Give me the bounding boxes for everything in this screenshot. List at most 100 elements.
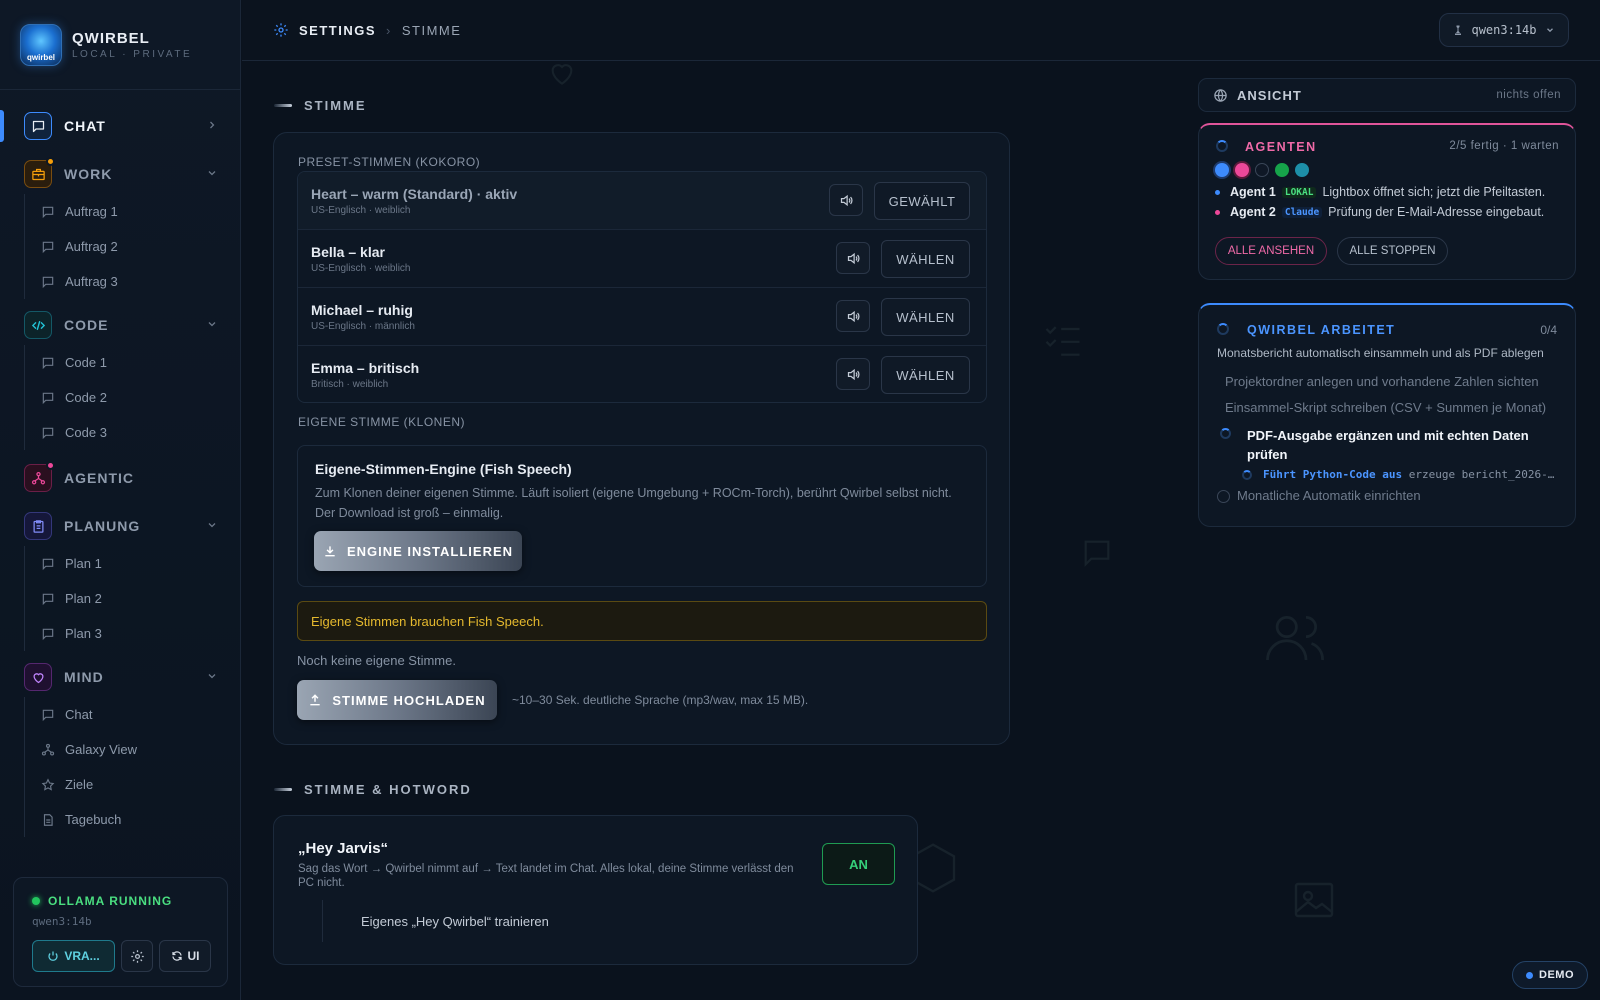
preview-voice-button[interactable] (836, 358, 870, 390)
sidebar-item-label: Auftrag 3 (65, 274, 118, 289)
breadcrumb-current: STIMME (401, 22, 462, 38)
demo-label: DEMO (1539, 969, 1574, 981)
network-icon (41, 743, 55, 757)
voice-meta: Britisch · weiblich (311, 379, 389, 390)
sidebar-section-agentic[interactable]: AGENTIC (0, 458, 240, 498)
preview-voice-button[interactable] (829, 184, 863, 216)
breadcrumb-separator: › (386, 22, 392, 38)
breadcrumb: SETTINGS › STIMME (273, 22, 461, 38)
agent-dot[interactable] (1235, 163, 1249, 177)
sidebar-item-plan-2[interactable]: Plan 2 (0, 581, 240, 616)
sidebar-item-plan-1[interactable]: Plan 1 (0, 546, 240, 581)
voice-row[interactable]: Bella – klar US-Englisch · weiblich WÄHL… (298, 230, 986, 288)
engine-description: Zum Klonen deiner eigenen Stimme. Läuft … (315, 486, 952, 520)
tool-call-argument: erzeuge bericht_2026-… (1408, 468, 1555, 481)
voice-row[interactable]: Heart – warm (Standard) · aktiv US-Engli… (298, 172, 986, 230)
sidebar-item-auftrag-2[interactable]: Auftrag 2 (0, 229, 240, 264)
background-heart-icon (551, 64, 573, 85)
sidebar-item-label: Plan 1 (65, 556, 102, 571)
document-icon (41, 813, 55, 827)
upload-icon (310, 694, 321, 706)
vram-button[interactable]: VRA... (32, 940, 115, 972)
agent-line[interactable]: Agent 1 LOKAL Lightbox öffnet sich; jetz… (1215, 185, 1545, 199)
preview-voice-button[interactable] (836, 300, 870, 332)
train-hotword-link[interactable]: Eigenes „Hey Qwirbel“ trainieren (322, 900, 549, 942)
select-voice-button[interactable]: WÄHLEN (881, 298, 970, 336)
voice-row[interactable]: Emma – britisch Britisch · weiblich WÄHL… (298, 346, 986, 402)
voice-row[interactable]: Michael – ruhig US-Englisch · männlich W… (298, 288, 986, 346)
reload-ui-button[interactable]: UI (159, 940, 211, 972)
agent-dot[interactable] (1255, 163, 1269, 177)
sidebar-item-mind-chat[interactable]: Chat (0, 697, 240, 732)
sidebar-item-plan-3[interactable]: Plan 3 (0, 616, 240, 651)
voice-meta: US-Englisch · weiblich (311, 205, 411, 216)
background-checklist-icon (1045, 326, 1080, 356)
sidebar-item-label: Galaxy View (65, 742, 138, 757)
breadcrumb-settings[interactable]: SETTINGS (299, 23, 376, 38)
agents-title: AGENTEN (1245, 140, 1317, 154)
active-indicator (0, 110, 4, 142)
settings-button[interactable] (121, 940, 153, 972)
loading-spinner-icon (1242, 470, 1252, 480)
sidebar-item-code-2[interactable]: Code 2 (0, 380, 240, 415)
view-all-agents-button[interactable]: ALLE ANSEHEN (1215, 237, 1327, 265)
sidebar-item-code-3[interactable]: Code 3 (0, 415, 240, 450)
sidebar-item-ziele[interactable]: Ziele (0, 767, 240, 802)
reload-ui-label: UI (187, 949, 200, 963)
upload-voice-button[interactable]: STIMME HOCHLADEN (297, 680, 497, 720)
agents-count: 2/5 fertig · 1 warten (1449, 140, 1559, 152)
stop-all-agents-button[interactable]: ALLE STOPPEN (1337, 237, 1448, 265)
speaker-icon (840, 194, 852, 206)
sidebar: qwirbel QWIRBEL LOCAL · PRIVATE CHAT WOR… (0, 0, 241, 1000)
message-square-icon (24, 112, 52, 140)
sidebar-nav: CHAT WORK Auftrag 1 Auftrag 2 Auftrag 3 … (0, 106, 240, 837)
model-name: qwen3:14b (1471, 23, 1537, 37)
sidebar-item-tagebuch[interactable]: Tagebuch (0, 802, 240, 837)
warning-message: Eigene Stimmen brauchen Fish Speech. (297, 601, 987, 641)
sidebar-item-label: Chat (65, 707, 93, 722)
sidebar-section-planung[interactable]: PLANUNG (0, 506, 240, 546)
sidebar-section-chat[interactable]: CHAT (0, 106, 240, 146)
sidebar-item-auftrag-1[interactable]: Auftrag 1 (0, 194, 240, 229)
hotword-toggle[interactable]: AN (822, 843, 895, 885)
sidebar-item-galaxy-view[interactable]: Galaxy View (0, 732, 240, 767)
sidebar-item-code-1[interactable]: Code 1 (0, 345, 240, 380)
power-icon (48, 951, 58, 961)
agent-dot[interactable] (1215, 163, 1229, 177)
voice-name: Emma – britisch (311, 360, 420, 376)
demo-dot (1526, 971, 1533, 979)
sidebar-section-label: PLANUNG (64, 518, 141, 534)
demo-badge[interactable]: DEMO (1512, 961, 1588, 989)
voice-selected-button[interactable]: GEWÄHLT (874, 182, 970, 220)
sidebar-item-label: Tagebuch (65, 812, 122, 827)
select-voice-button[interactable]: WÄHLEN (881, 240, 970, 278)
agent-message: Prüfung der E-Mail-Adresse eingebaut. (1328, 205, 1545, 219)
sidebar-item-label: Plan 3 (65, 626, 102, 641)
sidebar-section-mind[interactable]: MIND (0, 657, 240, 697)
worker-title: QWIRBEL ARBEITET (1247, 323, 1396, 337)
chess-piece-icon (1455, 25, 1462, 35)
sidebar-section-code[interactable]: CODE (0, 305, 240, 345)
install-engine-label: ENGINE INSTALLIEREN (346, 543, 514, 559)
model-selector[interactable]: qwen3:14b (1439, 13, 1569, 47)
voice-settings-card: PRESET-STIMMEN (KOKORO) Heart – warm (St… (273, 132, 1010, 745)
sidebar-item-auftrag-3[interactable]: Auftrag 3 (0, 264, 240, 299)
brand-logo: qwirbel (20, 24, 62, 66)
sidebar-section-work[interactable]: WORK (0, 154, 240, 194)
agent-dot[interactable] (1295, 163, 1309, 177)
hotword-description: Sag das Wort → Qwirbel nimmt auf → Text … (298, 863, 794, 889)
ollama-status: OLLAMA RUNNING (32, 894, 172, 908)
brand[interactable]: qwirbel QWIRBEL LOCAL · PRIVATE (20, 24, 192, 66)
install-engine-button[interactable]: ENGINE INSTALLIEREN (314, 531, 522, 571)
sidebar-item-label: Code 1 (65, 355, 107, 370)
section-title-hotword: STIMME & HOTWORD (274, 782, 472, 797)
notification-dot (46, 461, 55, 470)
section-title-text: STIMME & HOTWORD (304, 782, 472, 797)
preview-voice-button[interactable] (836, 242, 870, 274)
task-step-done: Projektordner anlegen und vorhandene Zah… (1225, 374, 1539, 389)
agent-dot[interactable] (1275, 163, 1289, 177)
preset-voices-label: PRESET-STIMMEN (KOKORO) (298, 155, 481, 169)
agent-line[interactable]: Agent 2 Claude Prüfung der E-Mail-Adress… (1215, 205, 1544, 219)
view-panel[interactable]: ANSICHT nichts offen (1198, 78, 1576, 112)
select-voice-button[interactable]: WÄHLEN (881, 356, 970, 394)
